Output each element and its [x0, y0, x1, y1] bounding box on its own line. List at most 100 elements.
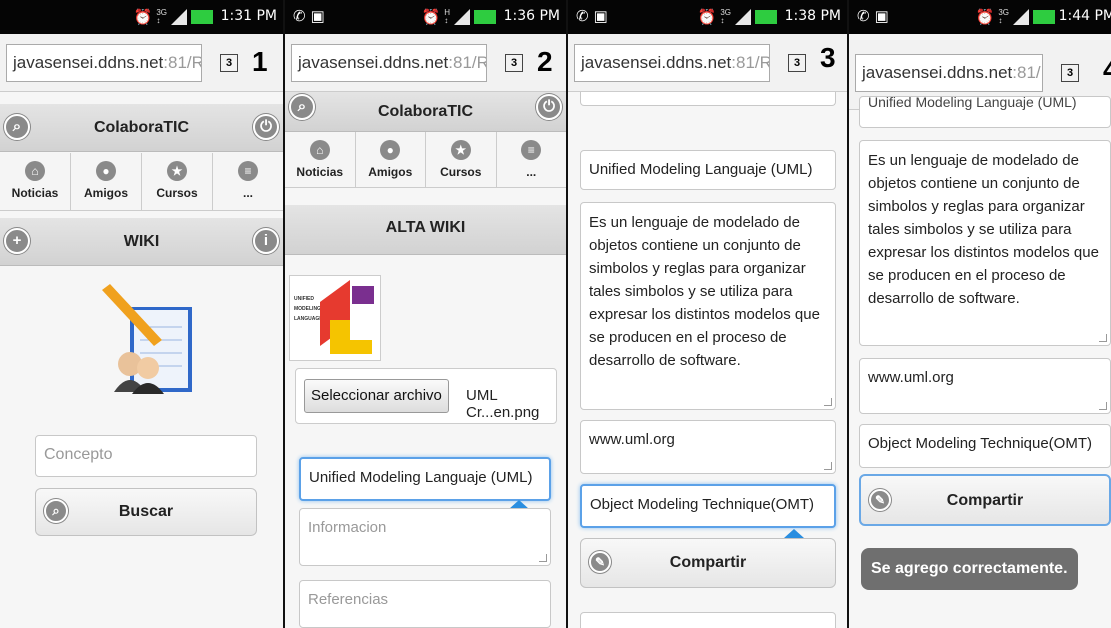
- status-bar: ✆ ▣ ⏰ 3G ↕ 1:38 PM: [568, 0, 847, 34]
- references-textarea[interactable]: www.uml.org: [859, 358, 1111, 414]
- related-concept-input[interactable]: Object Modeling Technique(OMT): [859, 424, 1111, 468]
- gallery-icon: ▣: [874, 8, 889, 25]
- nav-label: ...: [526, 165, 537, 179]
- nav-bar: ⌂ Noticias ● Amigos ★ Cursos ≡...: [285, 132, 566, 188]
- tab-count-button[interactable]: 3: [788, 54, 806, 72]
- alarm-icon: ⏰: [421, 9, 441, 26]
- information-textarea[interactable]: Es un lenguaje de modelado de objetos co…: [859, 140, 1111, 346]
- nav-noticias[interactable]: ⌂ Noticias: [285, 132, 356, 187]
- concept-text: Unified Modeling Languaje (UML): [868, 96, 1077, 110]
- nav-more[interactable]: ≡...: [213, 153, 283, 210]
- browser-toolbar: javasensei.ddns.net:81/R 3 2: [285, 34, 566, 92]
- search-icon[interactable]: ⌕: [289, 94, 315, 120]
- nav-cursos[interactable]: ★ Cursos: [426, 132, 497, 187]
- battery-icon: [755, 10, 777, 24]
- alarm-icon: ⏰: [975, 9, 995, 26]
- signal-icon: [735, 9, 751, 25]
- url-field[interactable]: javasensei.ddns.net:81/R: [574, 44, 770, 82]
- alarm-icon: ⏰: [133, 9, 153, 26]
- next-field-edge: [580, 612, 836, 628]
- nav-label: Amigos: [83, 186, 128, 200]
- url-field[interactable]: javasensei.ddns.net:81/R: [6, 44, 202, 82]
- uml-logo-image: UNIFIED MODELING LANGUAGE: [289, 275, 381, 361]
- share-button[interactable]: ✎ Compartir: [580, 538, 836, 588]
- logo-text: UNIFIED: [294, 296, 314, 302]
- search-icon[interactable]: ⌕: [4, 114, 30, 140]
- status-bar: ✆ ▣ ⏰ H ↕ 1:36 PM: [285, 0, 566, 34]
- power-icon[interactable]: ⏻: [536, 94, 562, 120]
- concept-input[interactable]: Unified Modeling Languaje (UML): [299, 457, 551, 501]
- share-button-label: Compartir: [669, 554, 747, 571]
- nav-bar: ⌂ Noticias ● Amigos ★ Cursos ≡...: [0, 153, 283, 211]
- information-textarea[interactable]: Es un lenguaje de modelado de objetos co…: [580, 202, 836, 410]
- url-host: javasensei.ddns.net: [13, 53, 164, 72]
- screen-1: ⏰ 3G ↕ 1:31 PM javasensei.ddns.net:81/R 3 …: [0, 0, 283, 628]
- power-icon[interactable]: ⏻: [253, 114, 279, 140]
- tab-count-button[interactable]: 3: [1061, 64, 1079, 82]
- nav-cursos[interactable]: ★ Cursos: [142, 153, 213, 210]
- select-file-button[interactable]: Seleccionar archivo: [304, 379, 449, 413]
- network-h-icon: H ↕: [444, 8, 450, 25]
- alta-wiki-title: ALTA WIKI: [385, 219, 466, 236]
- nav-more[interactable]: ≡...: [497, 132, 567, 187]
- url-path: :81/R: [731, 53, 770, 72]
- step-number: 1: [252, 46, 268, 77]
- url-path: :81/R: [1012, 63, 1042, 82]
- gallery-icon: ▣: [593, 8, 608, 25]
- status-time: 1:44 PM: [1058, 8, 1111, 24]
- status-bar: ✆ ▣ ⏰ 3G ↕ 1:44 PM: [849, 0, 1111, 34]
- whatsapp-icon: ✆: [576, 8, 589, 25]
- network-3g-icon: 3G ↕: [720, 8, 731, 25]
- signal-icon: [454, 9, 470, 25]
- nav-label: Noticias: [296, 165, 344, 179]
- wiki-header: + WIKI i: [0, 218, 283, 266]
- concept-input[interactable]: Unified Modeling Languaje (UML): [580, 150, 836, 190]
- step-number: 2: [537, 46, 553, 77]
- references-text: www.uml.org: [868, 369, 954, 386]
- menu-icon: ≡: [521, 140, 542, 160]
- add-icon[interactable]: +: [4, 228, 30, 254]
- tab-count-button[interactable]: 3: [505, 54, 523, 72]
- search-icon: ⌕: [44, 499, 68, 523]
- success-toast: Se agrego correctamente.: [861, 548, 1078, 590]
- concept-search-input[interactable]: Concepto: [35, 435, 257, 477]
- app-title: ColaboraTIC: [377, 103, 474, 120]
- gallery-icon: ▣: [310, 8, 325, 25]
- home-icon: ⌂: [309, 140, 330, 160]
- references-text: www.uml.org: [589, 431, 675, 448]
- nav-amigos[interactable]: ● Amigos: [71, 153, 142, 210]
- url-field[interactable]: javasensei.ddns.net:81/R: [855, 54, 1043, 92]
- star-icon: ★: [167, 161, 187, 181]
- browser-toolbar: javasensei.ddns.net:81/R 3 1: [0, 34, 283, 92]
- whatsapp-icon: ✆: [293, 8, 306, 25]
- uml-logo-mark: [320, 280, 374, 354]
- references-textarea[interactable]: Referencias: [299, 580, 551, 628]
- information-textarea[interactable]: Informacion: [299, 508, 551, 566]
- signal-icon: [171, 9, 187, 25]
- share-button[interactable]: ✎ Compartir: [859, 474, 1111, 526]
- concept-input[interactable]: Unified Modeling Languaje (UML): [859, 96, 1111, 128]
- nav-noticias[interactable]: ⌂ Noticias: [0, 153, 71, 210]
- signal-icon: [1013, 9, 1029, 25]
- search-button[interactable]: ⌕ Buscar: [35, 488, 257, 536]
- information-text: Es un lenguaje de modelado de objetos co…: [868, 152, 1099, 307]
- pencil-icon: ✎: [589, 551, 611, 573]
- step-number: 4: [1103, 54, 1111, 86]
- network-3g-icon: 3G ↕: [998, 8, 1009, 25]
- tab-count-button[interactable]: 3: [220, 54, 238, 72]
- whatsapp-icon: ✆: [857, 8, 870, 25]
- home-icon: ⌂: [25, 161, 45, 181]
- network-3g-icon: 3G ↕: [156, 8, 167, 25]
- alarm-icon: ⏰: [697, 9, 717, 26]
- related-concept-input[interactable]: Object Modeling Technique(OMT): [580, 484, 836, 528]
- battery-icon: [474, 10, 496, 24]
- info-icon[interactable]: i: [253, 228, 279, 254]
- nav-amigos[interactable]: ● Amigos: [356, 132, 426, 187]
- user-icon: ●: [96, 161, 116, 181]
- status-time: 1:36 PM: [503, 8, 560, 24]
- search-button-label: Buscar: [118, 503, 174, 520]
- references-textarea[interactable]: www.uml.org: [580, 420, 836, 474]
- url-field[interactable]: javasensei.ddns.net:81/R: [291, 44, 487, 82]
- alta-wiki-header: ALTA WIKI: [285, 205, 566, 255]
- previous-field-edge: [580, 92, 836, 106]
